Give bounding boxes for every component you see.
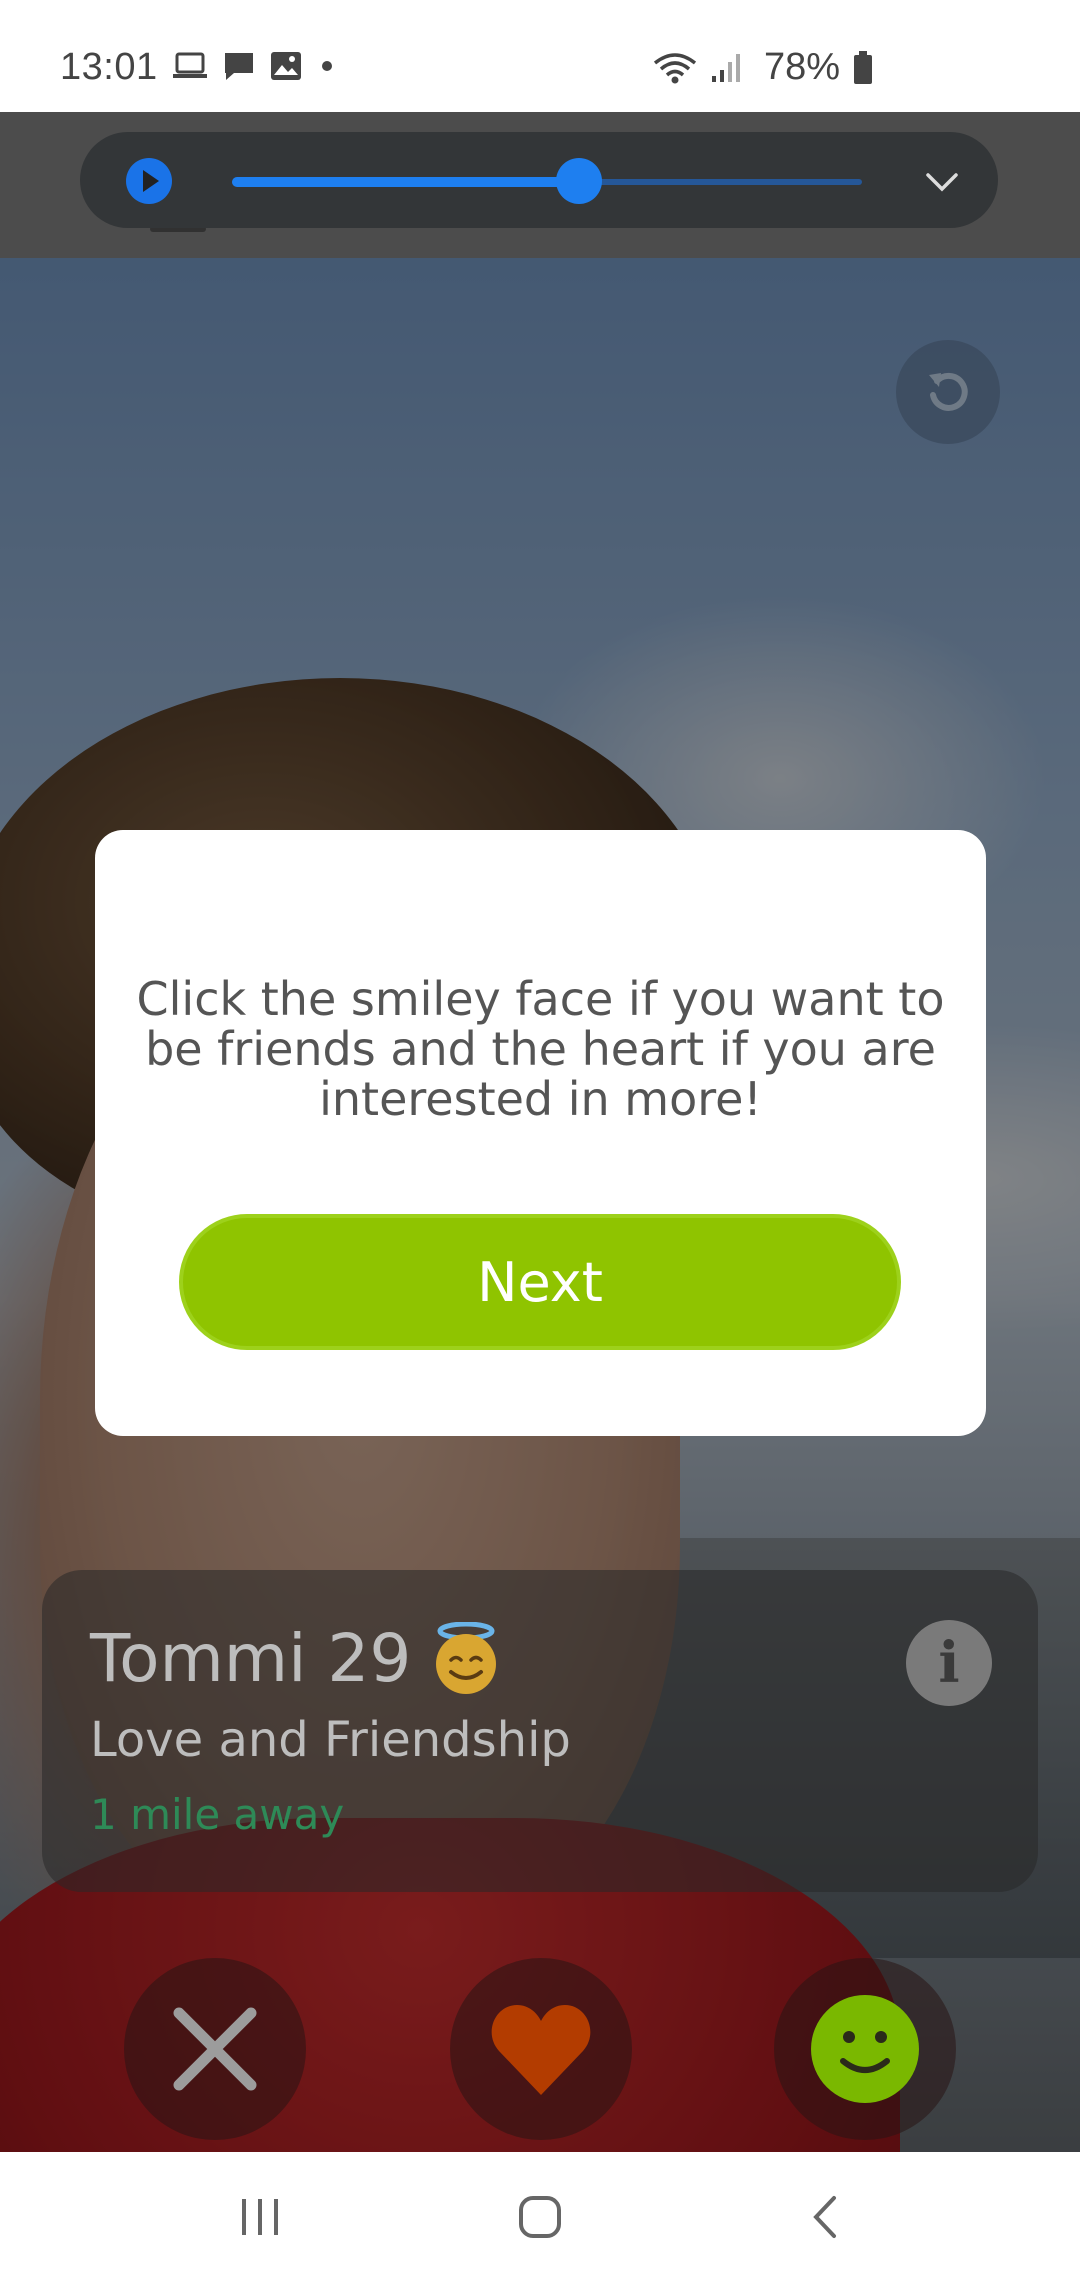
signal-icon [711, 53, 740, 82]
heart-icon [491, 2005, 591, 2095]
recent-apps-icon [242, 2199, 278, 2235]
info-button[interactable]: i [906, 1620, 992, 1706]
undo-icon [929, 372, 968, 411]
notification-icons [172, 50, 338, 82]
message-icon [225, 53, 253, 80]
media-controller [80, 132, 998, 228]
info-icon: i [938, 1630, 960, 1696]
navigation-bar [0, 2152, 1080, 2280]
play-button[interactable] [126, 158, 172, 204]
next-button[interactable]: Next [179, 1214, 901, 1350]
profile-card[interactable]: Tommi 29 Love and Friendship 1 mile away… [42, 1570, 1038, 1892]
battery-icon [854, 50, 872, 84]
profile-subtitle: Love and Friendship [90, 1712, 571, 1768]
like-button[interactable] [450, 1958, 632, 2140]
smiley-icon [811, 1995, 919, 2103]
system-icons: 78% [652, 46, 874, 89]
dialog-message: Click the smiley face if you want to be … [136, 972, 945, 1126]
pass-button[interactable] [124, 1958, 306, 2140]
status-time: 13:01 [60, 46, 158, 88]
chevron-down-icon[interactable] [922, 162, 962, 202]
profile-name-row: Tommi 29 [90, 1620, 503, 1697]
seek-thumb[interactable] [555, 158, 602, 204]
laptop-icon [173, 52, 207, 78]
friend-button[interactable] [774, 1958, 956, 2140]
status-bar: 13:01 78% [0, 0, 1080, 112]
close-icon [173, 2007, 257, 2091]
halo-emoji-icon [436, 1621, 497, 1694]
back-icon [813, 2196, 836, 2238]
home-icon [519, 2196, 561, 2238]
tutorial-dialog: Click the smiley face if you want to be … [95, 830, 986, 1436]
app-screen: Tommi 29 Love and Friendship 1 mile away… [0, 112, 1080, 2152]
dot-icon [322, 61, 332, 71]
battery-percent: 78% [763, 46, 840, 88]
undo-button[interactable] [896, 340, 1000, 444]
home-button[interactable] [510, 2192, 570, 2242]
seek-progress [232, 177, 579, 187]
wifi-icon [653, 52, 697, 83]
profile-distance: 1 mile away [90, 1790, 345, 1839]
image-icon [271, 52, 301, 80]
back-button[interactable] [794, 2192, 854, 2242]
recent-apps-button[interactable] [230, 2192, 290, 2242]
profile-name-age: Tommi 29 [90, 1620, 412, 1697]
